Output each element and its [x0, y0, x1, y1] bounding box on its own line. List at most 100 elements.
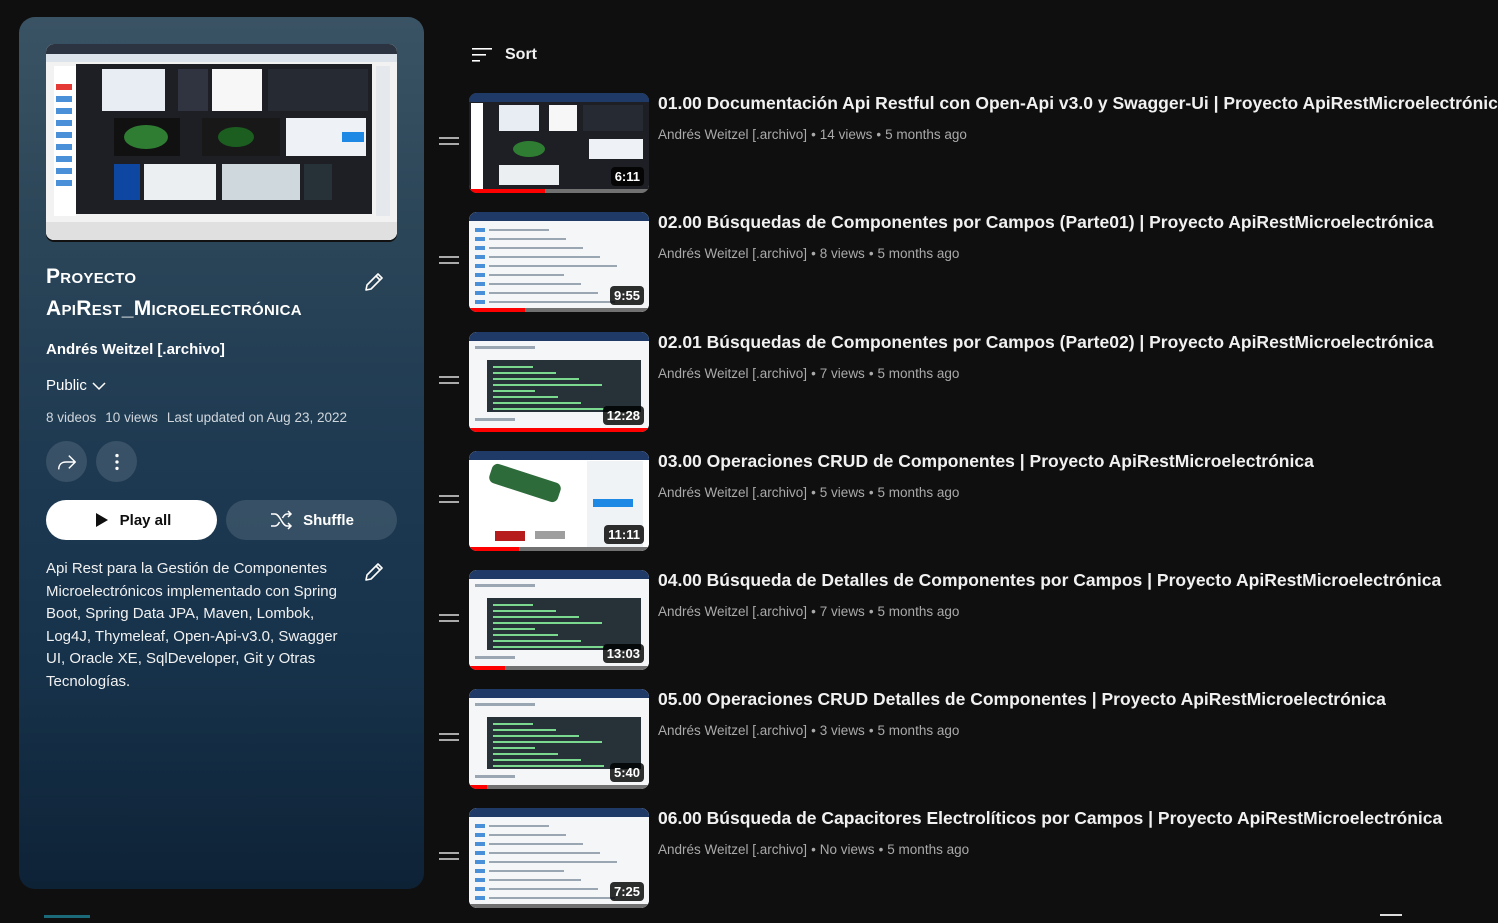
video-title[interactable]: 02.00 Búsquedas de Componentes por Campo… [658, 212, 1433, 233]
video-title[interactable]: 05.00 Operaciones CRUD Detalles de Compo… [658, 689, 1386, 710]
video-thumbnail[interactable]: 13:03 [469, 570, 649, 670]
playlist-owner[interactable]: Andrés Weitzel [.archivo] [46, 341, 225, 358]
upload-age: 5 months ago [877, 723, 960, 738]
video-thumbnail[interactable]: 6:11 [469, 93, 649, 193]
video-meta: Andrés Weitzel [.archivo] • 5 views • 5 mont… [658, 485, 959, 500]
bottom-divider [1380, 914, 1402, 916]
channel-name[interactable]: Andrés Weitzel [.archivo] [658, 127, 807, 142]
meta-separator: • [868, 604, 874, 619]
view-count: 7 views [819, 604, 865, 619]
playlist-thumbnail-image [46, 44, 397, 240]
drag-handle-icon[interactable] [439, 495, 459, 509]
video-thumbnail[interactable]: 7:25 [469, 808, 649, 908]
meta-separator: • [868, 246, 874, 261]
video-title[interactable]: 04.00 Búsqueda de Detalles de Componente… [658, 570, 1441, 591]
watch-progress-bar [469, 666, 505, 670]
channel-name[interactable]: Andrés Weitzel [.archivo] [658, 485, 807, 500]
more-actions-button[interactable] [96, 441, 137, 482]
playlist-video-item[interactable]: 11:11 03.00 Operaciones CRUD de Component… [436, 451, 1496, 555]
meta-separator: • [811, 127, 816, 142]
view-count: 7 views [819, 366, 865, 381]
edit-title-pencil-icon[interactable] [362, 270, 386, 294]
more-vertical-icon [114, 453, 119, 470]
video-thumbnail[interactable]: 12:28 [469, 332, 649, 432]
duration-badge: 12:28 [602, 406, 644, 425]
chevron-down-icon [92, 381, 106, 390]
playlist-video-item[interactable]: 9:55 02.00 Búsquedas de Componentes por C… [436, 212, 1496, 316]
watch-progress-bar [469, 785, 487, 789]
video-title[interactable]: 06.00 Búsqueda de Capacitores Electrolít… [658, 808, 1442, 829]
video-title[interactable]: 03.00 Operaciones CRUD de Componentes | … [658, 451, 1314, 472]
video-count: 8 videos [46, 410, 97, 425]
shuffle-button[interactable]: Shuffle [226, 500, 397, 540]
meta-separator: • [876, 127, 882, 142]
thumbnail-header-strip [469, 212, 649, 221]
privacy-dropdown[interactable]: Public [46, 377, 107, 394]
meta-separator: • [878, 842, 884, 857]
meta-separator: • [811, 723, 816, 738]
drag-handle-icon[interactable] [439, 256, 459, 270]
video-title[interactable]: 02.01 Búsquedas de Componentes por Campo… [658, 332, 1433, 353]
video-meta: Andrés Weitzel [.archivo] • No views • 5 mon… [658, 842, 969, 857]
play-all-button[interactable]: Play all [46, 500, 217, 540]
watch-progress-track [469, 785, 649, 789]
watch-progress-bar [469, 189, 545, 193]
playlist-video-item[interactable]: 13:03 04.00 Búsqueda de Detalles de Compo… [436, 570, 1496, 674]
upload-age: 5 months ago [877, 246, 960, 261]
duration-badge: 7:25 [609, 882, 644, 901]
share-icon [57, 454, 76, 469]
drag-handle-icon[interactable] [439, 376, 459, 390]
upload-age: 5 months ago [885, 127, 967, 142]
channel-name[interactable]: Andrés Weitzel [.archivo] [658, 246, 807, 261]
sort-button[interactable]: Sort [471, 45, 537, 65]
video-meta: Andrés Weitzel [.archivo] • 7 views • 5 mont… [658, 366, 959, 381]
shuffle-icon [271, 510, 293, 530]
channel-name[interactable]: Andrés Weitzel [.archivo] [658, 366, 807, 381]
view-count: No views [819, 842, 875, 857]
thumbnail-header-strip [469, 332, 649, 341]
duration-badge: 5:40 [609, 763, 644, 782]
channel-name[interactable]: Andrés Weitzel [.archivo] [658, 842, 807, 857]
duration-badge: 11:11 [604, 525, 644, 544]
share-button[interactable] [46, 441, 87, 482]
meta-separator: • [868, 366, 874, 381]
channel-name[interactable]: Andrés Weitzel [.archivo] [658, 604, 807, 619]
video-meta: Andrés Weitzel [.archivo] • 14 views • 5 mon… [658, 127, 967, 142]
playlist-video-item[interactable]: 7:25 06.00 Búsqueda de Capacitores Electr… [436, 808, 1496, 912]
view-count: 8 views [819, 246, 865, 261]
playlist-header-panel: Proyecto ApiRest_Microelectrónica Andrés… [19, 17, 424, 889]
duration-badge: 6:11 [610, 167, 644, 186]
watch-progress-bar [469, 308, 525, 312]
video-meta: Andrés Weitzel [.archivo] • 7 views • 5 mont… [658, 604, 959, 619]
upload-age: 5 months ago [887, 842, 970, 857]
channel-name[interactable]: Andrés Weitzel [.archivo] [658, 723, 807, 738]
view-count: 5 views [819, 485, 865, 500]
privacy-label: Public [46, 377, 87, 394]
playlist-title: Proyecto ApiRest_Microelectrónica [46, 265, 302, 320]
thumbnail-header-strip [469, 689, 649, 698]
drag-handle-icon[interactable] [439, 852, 459, 866]
drag-handle-icon[interactable] [439, 614, 459, 628]
playlist-video-item[interactable]: 12:28 02.01 Búsquedas de Componentes por … [436, 332, 1496, 436]
watch-progress-bar [469, 428, 649, 432]
upload-age: 5 months ago [877, 604, 960, 619]
playlist-thumbnail[interactable] [46, 44, 397, 240]
video-thumbnail[interactable]: 5:40 [469, 689, 649, 789]
playlist-description: Api Rest para la Gestión de Componentes … [46, 560, 338, 690]
drag-handle-icon[interactable] [439, 733, 459, 747]
playlist-stats: 8 videos 10 views Last updated on Aug 23… [46, 410, 347, 425]
video-title[interactable]: 01.00 Documentación Api Restful con Open… [658, 93, 1498, 114]
bottom-accent-bar [44, 915, 90, 918]
video-thumbnail[interactable]: 9:55 [469, 212, 649, 312]
duration-badge: 9:55 [609, 286, 644, 305]
meta-separator: • [811, 366, 816, 381]
meta-separator: • [811, 246, 816, 261]
meta-separator: • [811, 842, 816, 857]
playlist-video-item[interactable]: 5:40 05.00 Operaciones CRUD Detalles de C… [436, 689, 1496, 793]
playlist-video-item[interactable]: 6:11 01.00 Documentación Api Restful con … [436, 93, 1498, 197]
thumbnail-header-strip [469, 93, 649, 102]
video-thumbnail[interactable]: 11:11 [469, 451, 649, 551]
thumbnail-header-strip [469, 570, 649, 579]
drag-handle-icon[interactable] [439, 137, 459, 151]
edit-description-pencil-icon[interactable] [362, 560, 386, 584]
